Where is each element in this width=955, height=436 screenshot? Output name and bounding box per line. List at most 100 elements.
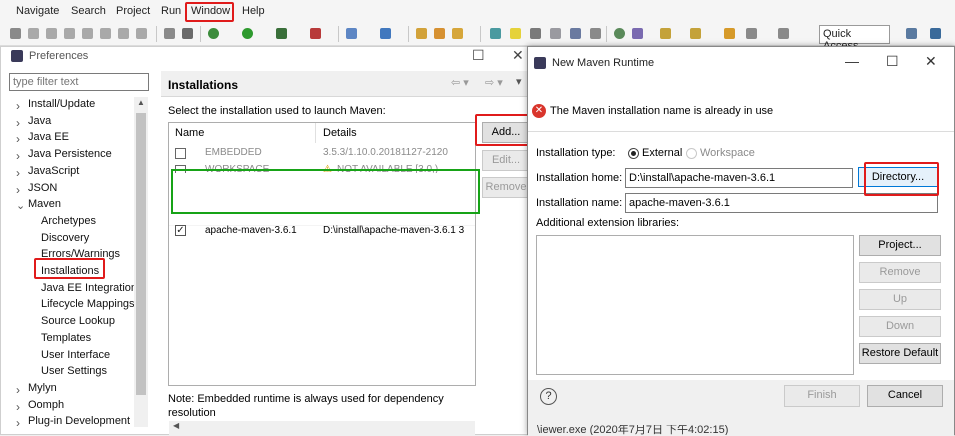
- open-task-icon[interactable]: [434, 28, 445, 39]
- remove-library-button[interactable]: Remove: [859, 262, 941, 283]
- tree-item-archetypes[interactable]: Archetypes: [41, 215, 96, 227]
- chevron-right-icon[interactable]: ›: [16, 116, 20, 130]
- forward-icon[interactable]: ⇨ ▾: [485, 76, 503, 89]
- chevron-right-icon[interactable]: ›: [16, 99, 20, 113]
- new-server-icon[interactable]: [346, 28, 357, 39]
- extension-libraries-list[interactable]: [536, 235, 854, 375]
- tree-item-java-ee[interactable]: Java EE: [28, 131, 69, 143]
- external-radio-label[interactable]: External: [642, 147, 682, 159]
- next-annotation-icon[interactable]: [660, 28, 671, 39]
- table-row[interactable]: EMBEDDED 3.5.3/1.10.0.20181127-2120: [169, 145, 475, 162]
- run-icon[interactable]: [242, 28, 253, 39]
- workspace-radio[interactable]: [686, 148, 697, 159]
- tree-item-maven[interactable]: Maven: [28, 198, 61, 210]
- tree-item-json[interactable]: JSON: [28, 182, 57, 194]
- down-button[interactable]: Down: [859, 316, 941, 337]
- column-details[interactable]: Details: [323, 127, 357, 139]
- previous-annotation-icon[interactable]: [690, 28, 701, 39]
- tree-item-source-lookup[interactable]: Source Lookup: [41, 315, 115, 327]
- pilcrow-icon[interactable]: [590, 28, 601, 39]
- open-perspective-icon[interactable]: [906, 28, 917, 39]
- tree-item-install-update[interactable]: Install/Update: [28, 98, 95, 110]
- chevron-right-icon[interactable]: ›: [16, 416, 20, 430]
- row-checkbox-checked[interactable]: ✓: [175, 225, 186, 236]
- chevron-right-icon[interactable]: ›: [16, 383, 20, 397]
- installation-name-input[interactable]: apache-maven-3.6.1: [625, 193, 938, 213]
- close-icon[interactable]: ✕: [925, 53, 937, 70]
- resume-icon[interactable]: [28, 28, 39, 39]
- annotation-icon[interactable]: [632, 28, 643, 39]
- search-icon[interactable]: [452, 28, 463, 39]
- show-whitespace-icon[interactable]: [570, 28, 581, 39]
- terminate-icon[interactable]: [64, 28, 75, 39]
- edit-button[interactable]: Edit...: [482, 150, 530, 171]
- workspace-radio-label[interactable]: Workspace: [700, 147, 755, 159]
- globe-icon[interactable]: [614, 28, 625, 39]
- chevron-right-icon[interactable]: ›: [16, 183, 20, 197]
- new-java-class-icon[interactable]: [380, 28, 391, 39]
- table-row-selected[interactable]: ✓ apache-maven-3.6.1 D:\install\apache-m…: [169, 225, 475, 246]
- coverage-icon[interactable]: [276, 28, 287, 39]
- last-edit-icon[interactable]: [724, 28, 735, 39]
- use-step-filters-icon[interactable]: [164, 28, 175, 39]
- step-over-icon[interactable]: [118, 28, 129, 39]
- tree-item-plug-in-development[interactable]: Plug-in Development: [28, 415, 130, 427]
- open-type-icon[interactable]: [416, 28, 427, 39]
- block-selection-icon[interactable]: [530, 28, 541, 39]
- toggle-breadcrumb-icon[interactable]: [490, 28, 501, 39]
- maximize-icon[interactable]: ☐: [472, 47, 485, 64]
- tree-item-user-settings[interactable]: User Settings: [41, 365, 107, 377]
- installation-home-input[interactable]: D:\install\apache-maven-3.6.1: [625, 168, 853, 188]
- tree-item-discovery[interactable]: Discovery: [41, 232, 89, 244]
- tree-item-lifecycle-mappings[interactable]: Lifecycle Mappings: [41, 298, 135, 310]
- mark-occurrences-icon[interactable]: [510, 28, 521, 39]
- filter-input[interactable]: [9, 73, 149, 91]
- tree-scrollbar-thumb[interactable]: [136, 113, 146, 395]
- suspend-icon[interactable]: [46, 28, 57, 39]
- remove-button[interactable]: Remove: [482, 177, 530, 198]
- disconnect-icon[interactable]: [82, 28, 93, 39]
- tree-item-java-persistence[interactable]: Java Persistence: [28, 148, 112, 160]
- maximize-icon[interactable]: ☐: [886, 53, 899, 70]
- java-perspective-icon[interactable]: [930, 28, 941, 39]
- outline-icon[interactable]: [182, 28, 193, 39]
- tree-scrollbar[interactable]: ▲: [134, 97, 148, 427]
- view-menu-icon[interactable]: ▾: [516, 75, 522, 88]
- column-name[interactable]: Name: [175, 127, 204, 139]
- cancel-button[interactable]: Cancel: [867, 385, 943, 407]
- scroll-left-icon[interactable]: ◀: [173, 421, 179, 430]
- minimize-icon[interactable]: —: [845, 53, 859, 69]
- external-radio[interactable]: [628, 148, 639, 159]
- tree-item-javascript[interactable]: JavaScript: [28, 165, 79, 177]
- chevron-down-icon[interactable]: ⌄: [16, 199, 25, 212]
- tree-item-user-interface[interactable]: User Interface: [41, 349, 110, 361]
- help-icon[interactable]: ?: [540, 388, 557, 405]
- menu-navigate[interactable]: Navigate: [16, 5, 59, 17]
- quick-access-input[interactable]: Quick Access: [819, 25, 890, 52]
- chevron-right-icon[interactable]: ›: [16, 132, 20, 146]
- close-icon[interactable]: ✕: [512, 47, 524, 64]
- tree-item-java[interactable]: Java: [28, 115, 51, 127]
- chevron-right-icon[interactable]: ›: [16, 400, 20, 414]
- tree-item-oomph[interactable]: Oomph: [28, 399, 64, 411]
- step-return-icon[interactable]: [136, 28, 147, 39]
- back-icon[interactable]: ⇦ ▾: [451, 76, 469, 89]
- external-tools-icon[interactable]: [310, 28, 321, 39]
- restore-default-button[interactable]: Restore Default: [859, 343, 941, 364]
- forward-icon[interactable]: [778, 28, 789, 39]
- chevron-right-icon[interactable]: ›: [16, 166, 20, 180]
- menu-project[interactable]: Project: [116, 5, 150, 17]
- finish-button[interactable]: Finish: [784, 385, 860, 407]
- menu-run[interactable]: Run: [161, 5, 181, 17]
- table-hscrollbar[interactable]: [169, 421, 475, 435]
- menu-search[interactable]: Search: [71, 5, 106, 17]
- word-wrap-icon[interactable]: [550, 28, 561, 39]
- row-checkbox[interactable]: [175, 148, 186, 159]
- up-button[interactable]: Up: [859, 289, 941, 310]
- tree-item-java-ee-integration[interactable]: Java EE Integration: [41, 282, 137, 294]
- project-button[interactable]: Project...: [859, 235, 941, 256]
- tree-item-templates[interactable]: Templates: [41, 332, 91, 344]
- skip-icon[interactable]: [10, 28, 21, 39]
- scroll-up-icon[interactable]: ▲: [137, 98, 145, 107]
- tree-item-mylyn[interactable]: Mylyn: [28, 382, 57, 394]
